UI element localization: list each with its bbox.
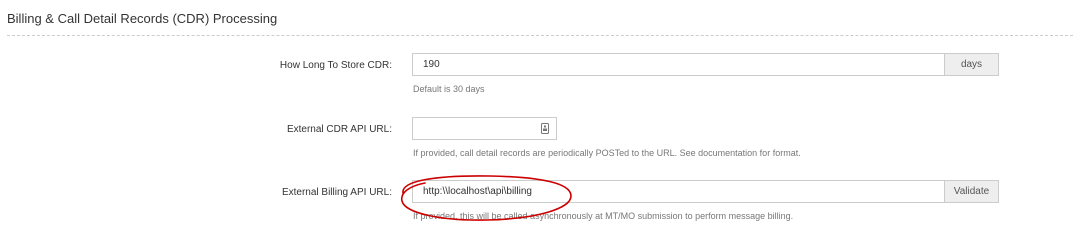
store-cdr-help: Default is 30 days: [413, 84, 485, 94]
external-billing-api-help: If provided, this will be called asynchr…: [413, 211, 794, 221]
validate-button[interactable]: Validate: [944, 180, 999, 203]
store-cdr-input[interactable]: 190: [412, 53, 945, 76]
days-addon: days: [944, 53, 999, 76]
external-billing-api-label: External Billing API URL:: [281, 187, 392, 198]
billing-cdr-settings-panel: Billing & Call Detail Records (CDR) Proc…: [0, 0, 1080, 244]
store-cdr-value: 190: [423, 59, 440, 70]
section-divider: [7, 35, 1073, 36]
section-title: Billing & Call Detail Records (CDR) Proc…: [7, 11, 278, 26]
store-cdr-label: How Long To Store CDR:: [279, 60, 392, 71]
external-billing-api-input[interactable]: http:\\localhost\api\billing: [412, 180, 945, 203]
contact-card-icon[interactable]: [541, 123, 549, 134]
external-cdr-api-input[interactable]: [412, 117, 557, 140]
external-cdr-api-help: If provided, call detail records are per…: [413, 148, 801, 158]
external-cdr-api-label: External CDR API URL:: [286, 124, 392, 135]
external-billing-api-value: http:\\localhost\api\billing: [423, 186, 532, 197]
